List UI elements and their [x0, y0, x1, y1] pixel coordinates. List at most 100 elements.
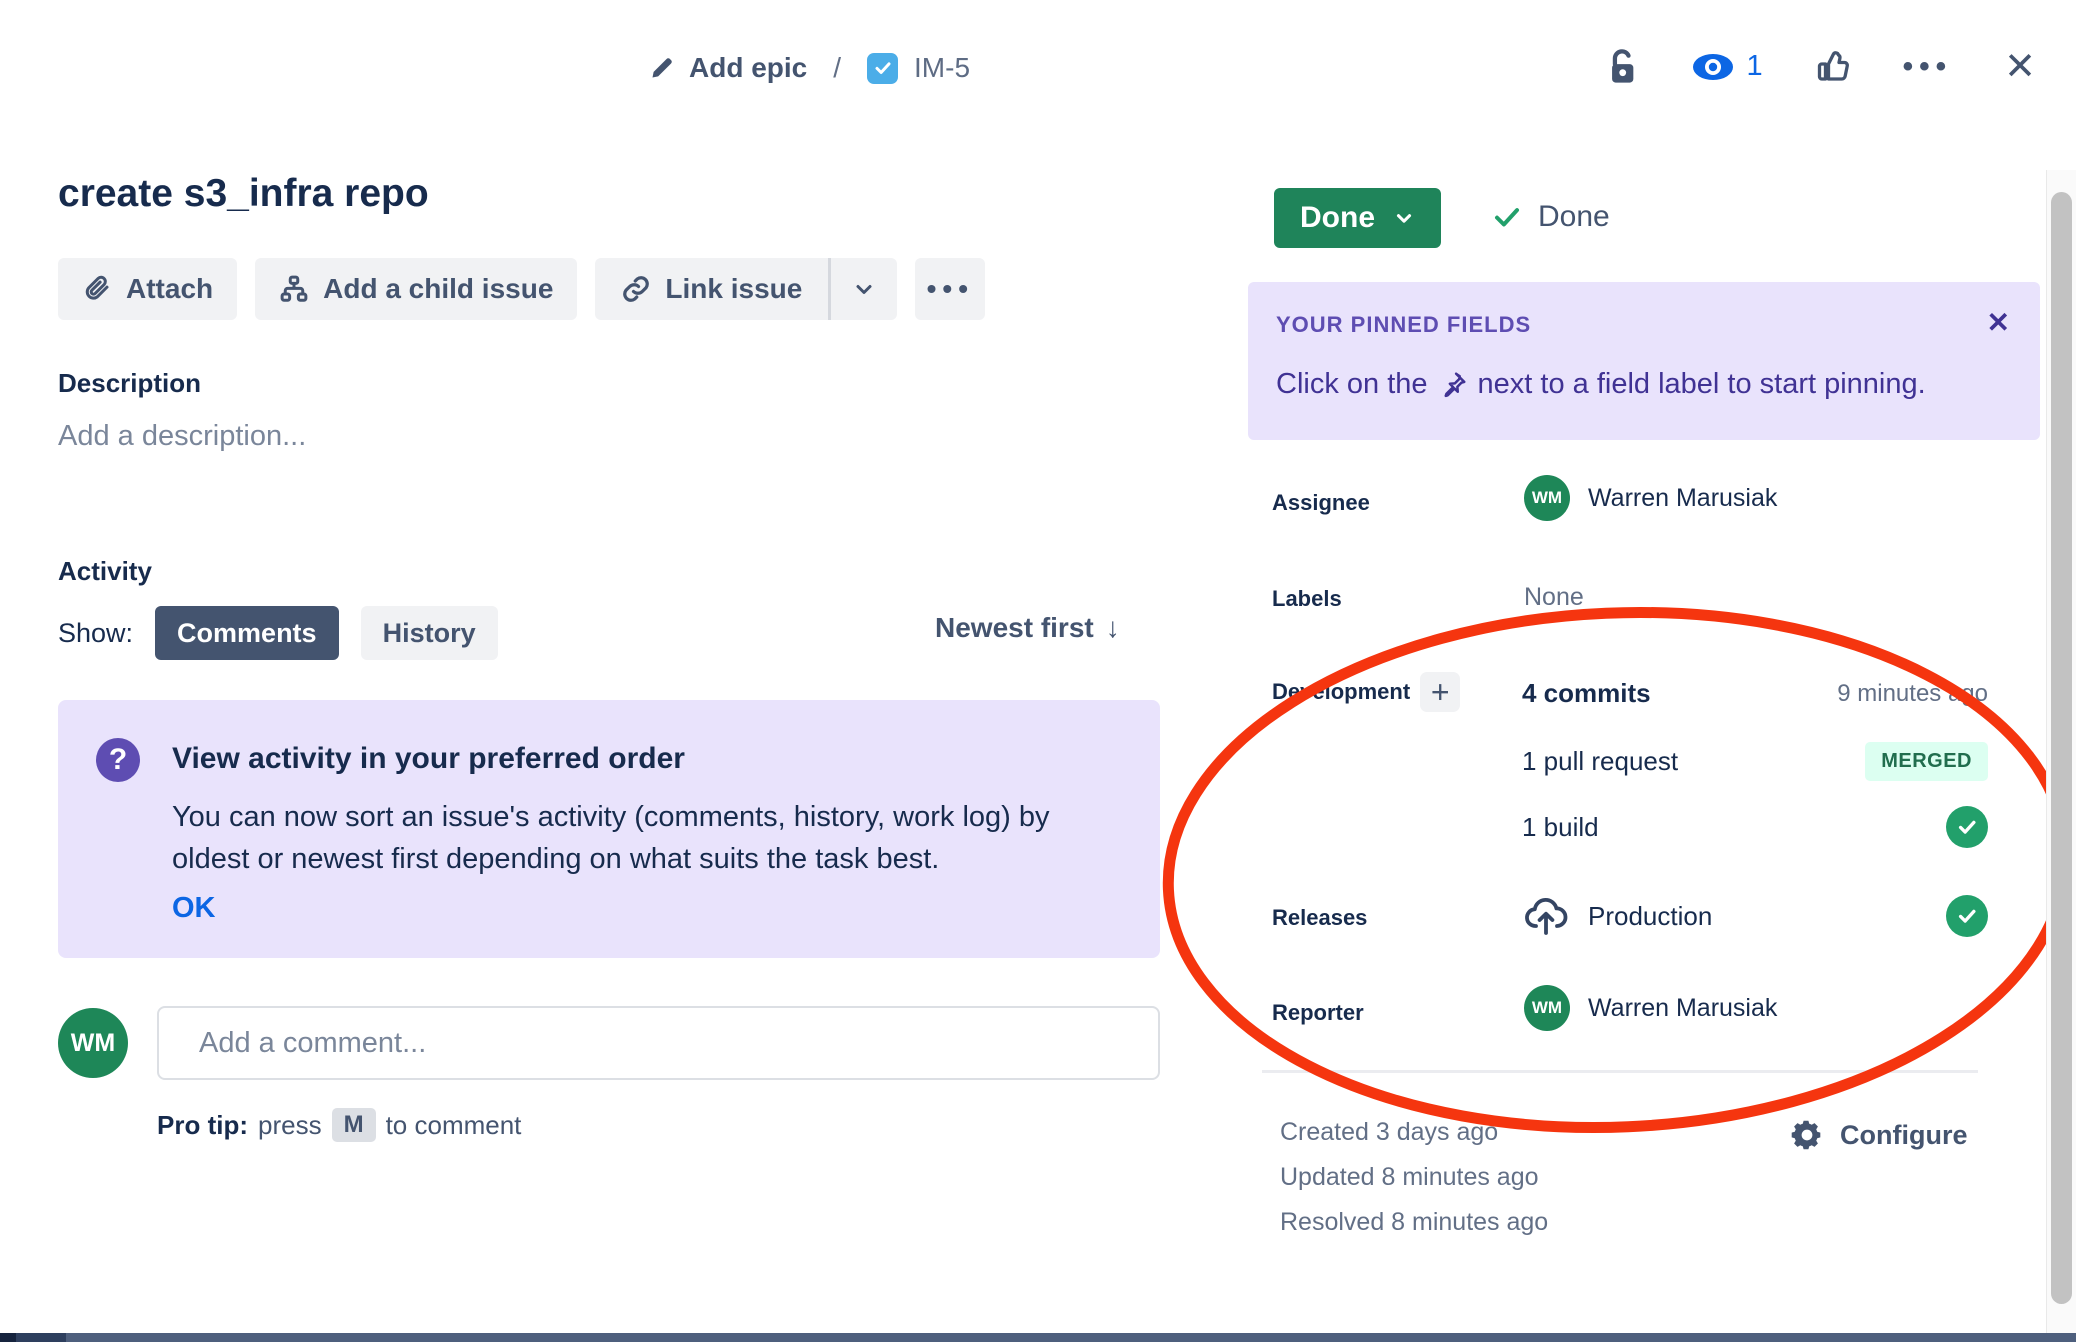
link-issue-button[interactable]: Link issue — [595, 258, 828, 320]
show-label: Show: — [58, 617, 134, 648]
bottom-window-edge — [0, 1333, 2076, 1342]
current-user-avatar: WM — [58, 1008, 128, 1078]
pinned-fields-banner: YOUR PINNED FIELDS ✕ Click on the next t… — [1248, 282, 2040, 440]
jira-issue-view: Add epic / IM-5 1 ••• ✕ create s3_infra … — [0, 0, 2076, 1342]
like-button[interactable] — [1815, 49, 1851, 85]
pinned-close-icon[interactable]: ✕ — [1987, 306, 2010, 339]
release-name: Production — [1588, 900, 1713, 931]
reporter-avatar: WM — [1524, 985, 1570, 1031]
link-issue-label: Link issue — [665, 273, 803, 304]
created-timestamp: Created 3 days ago — [1280, 1118, 1499, 1146]
chevron-down-icon — [1396, 214, 1412, 223]
pinned-fields-body: Click on the next to a field label to st… — [1276, 368, 1926, 401]
attach-label: Attach — [126, 273, 214, 304]
tip-ok-link[interactable]: OK — [172, 892, 216, 925]
field-label-releases: Releases — [1272, 905, 1368, 930]
panel-divider — [1262, 1070, 1978, 1073]
unlock-icon[interactable] — [1605, 47, 1639, 87]
field-label-development-row: Development + — [1272, 672, 1461, 712]
description-placeholder[interactable]: Add a description... — [58, 420, 306, 453]
pro-tip-bold: Pro tip: — [157, 1109, 248, 1140]
pull-request-link[interactable]: 1 pull request — [1522, 746, 1678, 777]
bottom-edge-segment — [16, 1333, 66, 1342]
build-success-icon — [1946, 806, 1988, 848]
add-epic-button[interactable]: Add epic — [648, 52, 807, 84]
cloud-upload-icon — [1525, 897, 1568, 935]
sort-order-button[interactable]: Newest first ↓ — [935, 612, 1120, 644]
releases-row: Production — [1522, 892, 1988, 940]
field-label-assignee: Assignee — [1272, 490, 1370, 515]
status-dropdown-button[interactable]: Done — [1274, 188, 1441, 248]
tip-title: View activity in your preferred order — [172, 742, 685, 775]
chevron-down-icon — [856, 285, 872, 294]
more-actions-button[interactable]: ••• — [1903, 50, 1953, 84]
pencil-icon — [648, 55, 675, 82]
header-actions: 1 ••• ✕ — [1605, 44, 2036, 89]
thumbs-up-icon — [1815, 49, 1851, 85]
tip-body: You can now sort an issue's activity (co… — [172, 801, 1050, 875]
development-pr-row: 1 pull request MERGED — [1522, 742, 1988, 781]
updated-timestamp: Updated 8 minutes ago — [1280, 1163, 1539, 1191]
comment-pro-tip: Pro tip: press M to comment — [157, 1108, 521, 1142]
watch-button[interactable]: 1 — [1691, 50, 1763, 83]
paperclip-icon — [82, 274, 112, 304]
link-issue-dropdown[interactable] — [831, 258, 897, 320]
breadcrumb: Add epic / IM-5 — [648, 52, 970, 84]
field-label-development: Development — [1272, 679, 1411, 704]
add-child-issue-button[interactable]: Add a child issue — [255, 258, 578, 320]
add-child-issue-label: Add a child issue — [323, 273, 554, 304]
watchers-count: 1 — [1746, 50, 1763, 82]
link-issue-split-button: Link issue — [595, 258, 898, 320]
question-icon: ? — [96, 738, 140, 782]
resolved-timestamp: Resolved 8 minutes ago — [1280, 1208, 1549, 1236]
link-icon — [621, 274, 651, 304]
attach-button[interactable]: Attach — [58, 258, 238, 320]
development-build-row: 1 build — [1522, 806, 1988, 848]
release-link[interactable]: Production — [1522, 892, 1712, 940]
arrow-down-icon: ↓ — [1105, 612, 1120, 643]
add-development-button[interactable]: + — [1420, 672, 1461, 712]
close-icon[interactable]: ✕ — [2004, 44, 2036, 89]
reporter-value[interactable]: WM Warren Marusiak — [1524, 985, 1777, 1031]
tab-comments[interactable]: Comments — [155, 606, 339, 660]
tab-history[interactable]: History — [360, 606, 498, 660]
field-label-labels: Labels — [1272, 586, 1342, 611]
commits-link[interactable]: 4 commits — [1522, 678, 1651, 709]
comment-input[interactable] — [157, 1006, 1160, 1080]
configure-button[interactable]: Configure — [1790, 1118, 1968, 1152]
eye-icon — [1691, 52, 1735, 82]
assignee-avatar: WM — [1524, 475, 1570, 521]
issue-toolbar: Attach Add a child issue Link issue ••• — [58, 258, 986, 320]
pro-tip-post: to comment — [385, 1109, 522, 1140]
description-heading: Description — [58, 368, 202, 398]
toolbar-more-button[interactable]: ••• — [915, 258, 986, 320]
pinned-body-post: next to a field label to start pinning. — [1477, 368, 1926, 400]
gear-icon — [1791, 1120, 1821, 1150]
task-type-icon[interactable] — [867, 52, 899, 84]
keyboard-shortcut-m: M — [331, 1108, 376, 1142]
pinned-fields-heading: YOUR PINNED FIELDS — [1276, 312, 1532, 337]
labels-value[interactable]: None — [1524, 583, 1584, 612]
assignee-name: Warren Marusiak — [1588, 483, 1778, 512]
commits-time: 9 minutes ago — [1837, 679, 1988, 707]
build-link[interactable]: 1 build — [1522, 812, 1599, 843]
activity-filter-row: Show: Comments History — [58, 606, 498, 660]
sort-order-label: Newest first — [935, 612, 1094, 643]
child-issues-icon — [279, 274, 309, 304]
breadcrumb-separator: / — [833, 52, 842, 83]
activity-tip-banner: ? View activity in your preferred order … — [58, 700, 1160, 958]
configure-label: Configure — [1840, 1119, 1968, 1150]
activity-heading: Activity — [58, 556, 152, 586]
pin-icon — [1444, 372, 1466, 397]
scrollbar-thumb[interactable] — [2051, 192, 2072, 1304]
assignee-value[interactable]: WM Warren Marusiak — [1524, 475, 1777, 521]
development-commits-row: 4 commits 9 minutes ago — [1522, 678, 1988, 709]
page-title[interactable]: create s3_infra repo — [58, 172, 429, 216]
reporter-name: Warren Marusiak — [1588, 993, 1778, 1022]
merged-badge: MERGED — [1865, 742, 1988, 781]
issue-key[interactable]: IM-5 — [914, 52, 970, 84]
check-icon — [1495, 208, 1519, 227]
resolution-indicator: Done — [1492, 200, 1610, 234]
pinned-body-pre: Click on the — [1276, 368, 1428, 400]
resolution-label: Done — [1538, 200, 1610, 233]
